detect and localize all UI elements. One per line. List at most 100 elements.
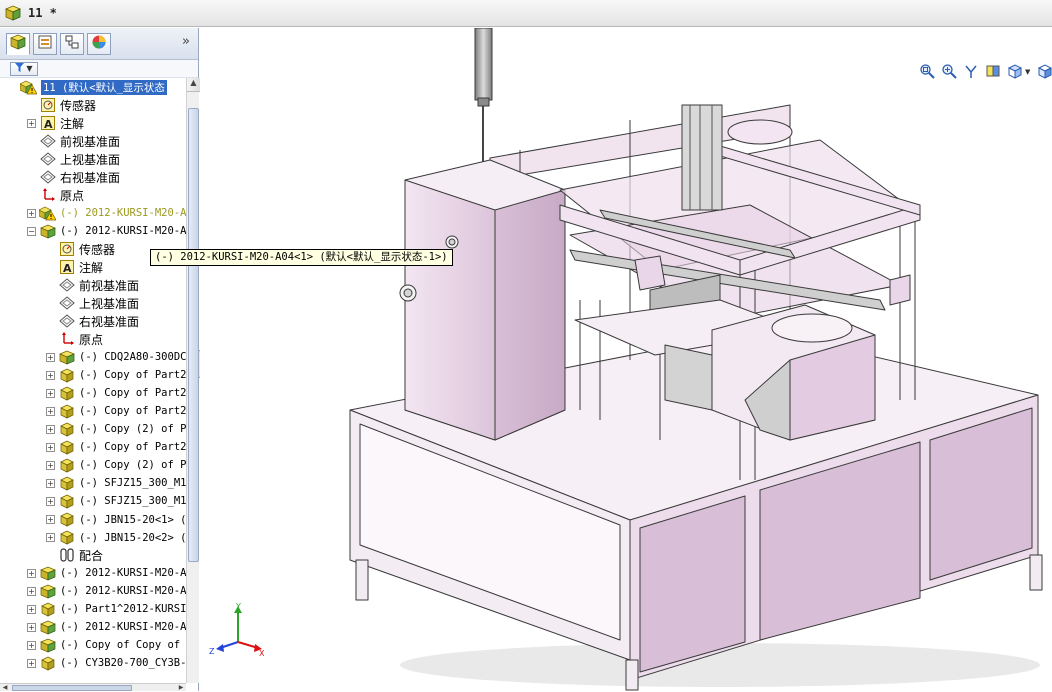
tree-item[interactable]: 上视基准面 — [0, 150, 186, 168]
graphics-area[interactable]: ▼▼▼▼▼ — [200, 28, 1052, 691]
triad-z-label: Z — [209, 647, 215, 656]
expand-icon[interactable]: + — [46, 406, 55, 416]
tree-item-label: 右视基准面 — [79, 314, 140, 329]
tree-item-label: (-) 2012-KURSI-M20-A05< — [60, 567, 186, 579]
part-icon — [58, 439, 75, 455]
tree-item[interactable]: + (-) JBN15-20<1> (默认 — [0, 510, 186, 528]
expand-icon[interactable]: + — [27, 640, 36, 650]
tree-item-label: 11 (默认<默认_显示状态 — [41, 79, 167, 95]
expand-icon[interactable]: + — [27, 568, 36, 578]
tree-item[interactable]: + (-) Copy (2) of Part — [0, 456, 186, 474]
expand-icon[interactable]: + — [46, 370, 55, 380]
configuration-tab[interactable] — [60, 32, 84, 55]
tree-item[interactable]: + (-) SFJZ15_300_M10_N — [0, 492, 186, 510]
assembly-warning-icon — [20, 79, 37, 95]
tree-item-label: 右视基准面 — [60, 170, 121, 185]
display-style-icon — [1037, 63, 1052, 82]
tree-item[interactable]: + (-) Copy of Copy of Ass — [0, 636, 186, 654]
expand-icon[interactable]: + — [46, 442, 55, 452]
display-tab[interactable] — [87, 32, 111, 55]
tree-item[interactable]: 前视基准面 — [0, 276, 186, 294]
tree-item-label: 原点 — [60, 188, 85, 203]
expand-icon[interactable]: + — [46, 496, 55, 506]
plane-icon — [58, 295, 75, 311]
tree-item-label: (-) JBN15-20<2> (默认 — [79, 531, 186, 544]
tree-item[interactable]: + (-) 2012-KURSI-M20-A06< — [0, 582, 186, 600]
collapse-icon[interactable]: − — [27, 226, 36, 236]
expand-icon[interactable]: + — [27, 658, 36, 668]
expand-icon[interactable]: + — [46, 460, 55, 470]
expand-icon[interactable]: + — [27, 208, 36, 218]
expand-icon[interactable]: + — [27, 118, 36, 128]
tree-item[interactable]: + (-) Copy of Part22^2 — [0, 438, 186, 456]
tree-item[interactable]: 原点 — [0, 186, 186, 204]
tree-item[interactable]: 原点 — [0, 330, 186, 348]
tree-item[interactable]: 右视基准面 — [0, 168, 186, 186]
mates-icon — [58, 547, 75, 563]
part-icon — [58, 511, 75, 527]
tree-item[interactable]: + (-) 2012-KURSI-M20-A03- — [0, 618, 186, 636]
tree-item[interactable]: + (-) 2012-KURSI-M20-A05< — [0, 564, 186, 582]
tree-item-label: (-) Copy (2) of Part — [79, 459, 186, 471]
filter-icon — [15, 63, 25, 74]
tree-item[interactable]: 传感器 — [0, 96, 186, 114]
zoom-to-fit-button[interactable] — [918, 63, 936, 81]
tree-item[interactable]: + (-) Copy of Part23^2 — [0, 366, 186, 384]
filter-button[interactable]: ▼ — [10, 61, 38, 76]
tree-item-label: (-) Copy of Part22^2 — [79, 441, 186, 453]
propertymanager-tab[interactable] — [33, 32, 57, 55]
filter-row: ▼ — [0, 60, 198, 78]
view-orientation-button[interactable] — [1006, 63, 1024, 81]
chevron-down-icon[interactable]: ▼ — [1025, 68, 1030, 76]
tree-item[interactable]: 右视基准面 — [0, 312, 186, 330]
tree-item[interactable]: + (-) CY3B20-700_CY3B-Tab — [0, 654, 186, 672]
title-bar: 11 * — [0, 0, 1052, 27]
assembly-warning-icon — [39, 205, 56, 221]
tree-item[interactable]: 前视基准面 — [0, 132, 186, 150]
annotation-icon: A — [58, 259, 75, 275]
tree-item[interactable]: + (-) 2012-KURSI-M20-A — [0, 204, 186, 222]
expand-icon[interactable]: + — [27, 604, 36, 614]
assembly-icon — [10, 34, 26, 53]
scroll-thumb-horizontal[interactable] — [12, 685, 132, 691]
expand-icon[interactable]: + — [27, 622, 36, 632]
expand-icon[interactable]: + — [46, 514, 55, 524]
more-tabs-button[interactable]: » — [182, 34, 190, 49]
display-style-button[interactable] — [1036, 63, 1052, 81]
expand-icon[interactable]: + — [46, 388, 55, 398]
previous-view-button[interactable] — [962, 63, 980, 81]
tree-item[interactable]: + (-) Part1^2012-KURSI-M2 — [0, 600, 186, 618]
expand-icon[interactable]: + — [46, 424, 55, 434]
featuremanager-tab[interactable] — [6, 32, 30, 55]
scroll-up-icon[interactable]: ▲ — [187, 78, 200, 92]
tree-item[interactable]: + (-) CDQ2A80-300DCM-M — [0, 348, 186, 366]
expand-icon[interactable]: + — [46, 532, 55, 542]
zoom-fit-icon — [919, 63, 935, 82]
tree-item[interactable]: − (-) 2012-KURSI-M20-A04< — [0, 222, 186, 240]
expand-icon[interactable]: + — [46, 478, 55, 488]
scroll-thumb[interactable] — [188, 108, 199, 562]
tree-horizontal-scrollbar[interactable]: ◀ ▶ — [0, 683, 186, 691]
tree-item-label: (-) 2012-KURSI-M20-A04< — [60, 225, 186, 237]
zoom-area-button[interactable] — [940, 63, 958, 81]
tree-item[interactable]: + A 注解 — [0, 114, 186, 132]
tree-item[interactable]: 配合 — [0, 546, 186, 564]
plane-icon — [58, 313, 75, 329]
feature-tree: 11 (默认<默认_显示状态 传感器 + A 注解 前视基准面 上视基准面 右视基准面 原点 +(… — [0, 78, 186, 683]
section-view-button[interactable] — [984, 63, 1002, 81]
tree-item[interactable]: + (-) Copy of Part26^2 — [0, 384, 186, 402]
expand-icon[interactable]: + — [46, 352, 55, 362]
tree-item[interactable]: + (-) Copy of Part28^2 — [0, 402, 186, 420]
tree-item[interactable]: + (-) Copy (2) of Part — [0, 420, 186, 438]
tree-vertical-scrollbar[interactable]: ▲ — [186, 78, 200, 683]
tree-item[interactable]: + (-) SFJZ15_300_M10_N — [0, 474, 186, 492]
view-orientation-icon — [1007, 63, 1023, 82]
expand-icon[interactable]: + — [27, 586, 36, 596]
assembly-model[interactable] — [200, 28, 1052, 691]
tree-item[interactable]: 11 (默认<默认_显示状态 — [0, 78, 186, 96]
tree-item[interactable]: + (-) JBN15-20<2> (默认 — [0, 528, 186, 546]
sensor-icon — [58, 241, 75, 257]
reference-triad: Y X Z — [206, 600, 266, 660]
tree-item[interactable]: 上视基准面 — [0, 294, 186, 312]
assembly-icon — [39, 583, 56, 599]
